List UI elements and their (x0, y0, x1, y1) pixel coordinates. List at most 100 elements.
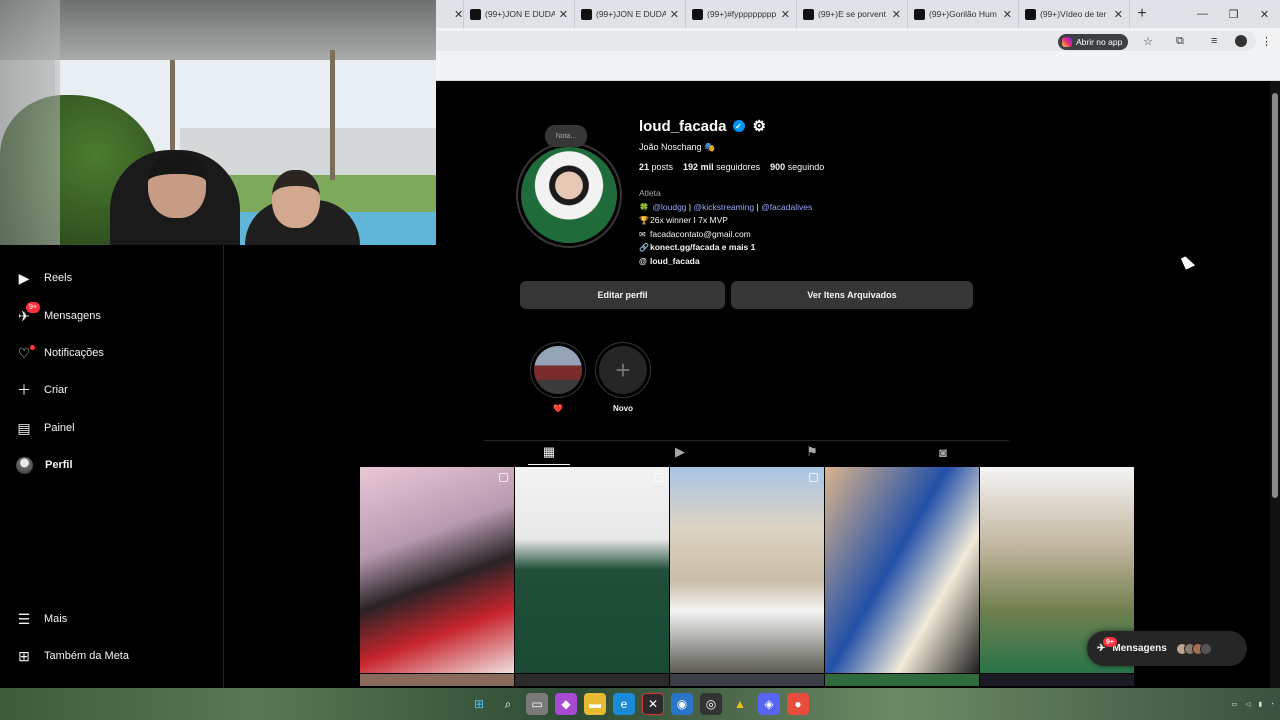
browser-toolbar: Abrir no app ☆ ⧉ ≡ ⋮ (436, 28, 1280, 54)
new-highlight-button[interactable]: + (595, 342, 651, 398)
sidebar-item-label: Painel (44, 422, 75, 434)
volume-icon[interactable]: ◁ (1245, 700, 1250, 708)
threads-text: loud_facada (650, 255, 700, 266)
network-icon[interactable]: ▭ (1231, 700, 1237, 708)
gear-icon[interactable]: ⚙ (753, 117, 766, 135)
media-control-icon[interactable]: ≡ (1211, 35, 1217, 47)
browser-menu-icon[interactable]: ⋮ (1261, 35, 1272, 48)
sidebar-item-profile[interactable]: Perfil (16, 453, 73, 477)
profile-category: Atleta (639, 188, 661, 198)
story-highlight[interactable] (530, 342, 586, 398)
bio-link-facadalives[interactable]: @facadalives (761, 202, 812, 212)
profile-avatar[interactable] (516, 142, 622, 248)
close-window-icon[interactable]: ✕ (1249, 8, 1280, 21)
post-thumbnail[interactable] (515, 467, 669, 673)
warning-app-icon[interactable]: ▲ (729, 693, 751, 715)
browser-tab[interactable]: (99+)Gorilão Hum ✕ (908, 0, 1019, 28)
tiktok-icon (581, 8, 592, 20)
post-thumbnail[interactable] (670, 467, 824, 673)
sidebar-item-also-from-meta[interactable]: ⊞ Também da Meta (16, 644, 129, 668)
tab-close-icon[interactable]: ✕ (1114, 8, 1123, 21)
tab-title: (99+)JON E DUDA (485, 9, 555, 19)
browser-tab[interactable]: (99+)Vídeo de ter ✕ (1019, 0, 1130, 28)
following-stat[interactable]: 900 seguindo (770, 162, 824, 172)
chrome-icon[interactable]: ● (787, 693, 809, 715)
highlight-cover (534, 346, 582, 394)
profile-username: loud_facada (639, 117, 727, 135)
address-bar[interactable] (436, 31, 1256, 51)
edge-icon[interactable]: e (613, 693, 635, 715)
copilot-icon[interactable]: ◆ (555, 693, 577, 715)
profile-full-name: João Noschang 🎭 (639, 142, 715, 153)
sidebar-item-reels[interactable]: ▶ Reels (16, 266, 73, 290)
tab-posts-grid-icon[interactable]: ▦ (541, 444, 557, 460)
full-name-text: João Noschang (639, 142, 702, 152)
browser-tab[interactable]: (99+)JON E DUDA ✕ (464, 0, 575, 28)
extensions-icon[interactable]: ⧉ (1176, 35, 1184, 48)
system-tray: ▭ ◁ ▮ ◔ (1231, 688, 1280, 720)
app-icon[interactable]: ✕ (642, 693, 664, 715)
followers-stat[interactable]: 192 mil seguidores (683, 162, 760, 172)
app-icon[interactable]: ◉ (671, 693, 693, 715)
tab-reels-icon[interactable]: ▶ (672, 444, 688, 460)
notifications-icon[interactable]: ◔ (1270, 701, 1274, 708)
tab-close-icon[interactable]: ✕ (1003, 8, 1012, 21)
windows-start-icon[interactable]: ⊞ (468, 693, 490, 715)
tab-title: (99+)Vídeo de ter (1040, 9, 1107, 19)
scrollbar-thumb[interactable] (1272, 93, 1278, 498)
post-thumbnail[interactable] (980, 674, 1134, 686)
tab-close-icon[interactable]: ✕ (454, 8, 463, 21)
sidebar-item-dashboard[interactable]: ▤ Painel (16, 416, 75, 440)
profile-avatar-icon[interactable] (1235, 35, 1247, 47)
file-explorer-icon[interactable]: ▬ (584, 693, 606, 715)
heart-icon: ♡ (16, 345, 35, 361)
edit-profile-button[interactable]: Editar perfil (520, 281, 725, 309)
sidebar-item-messages[interactable]: ✈ 9+ Mensagens (16, 302, 101, 328)
theater-masks-icon: 🎭 (704, 142, 716, 152)
tab-close-icon[interactable]: ✕ (670, 8, 679, 21)
maximize-icon[interactable]: ❐ (1218, 8, 1249, 21)
post-thumbnail[interactable] (515, 674, 669, 686)
tab-close-icon[interactable]: ✕ (892, 8, 901, 21)
search-icon[interactable]: ⌕ (497, 693, 519, 715)
view-archive-button[interactable]: Ver Itens Arquivados (731, 281, 973, 309)
browser-tab[interactable]: (99+)JON E DUDA ✕ (575, 0, 686, 28)
obs-icon[interactable]: ◎ (700, 693, 722, 715)
minimize-icon[interactable]: — (1187, 8, 1218, 21)
sidebar-item-notifications[interactable]: ♡ Notificações (16, 341, 104, 365)
profile-website[interactable]: 🔗konect.gg/facada e mais 1 (639, 241, 812, 255)
post-thumbnail[interactable] (825, 674, 979, 686)
bio-link-loudgg[interactable]: @loudgg (652, 202, 686, 212)
bio-link-kickstreaming[interactable]: @kickstreaming (694, 202, 755, 212)
profile-threads-link[interactable]: @ loud_facada (639, 255, 812, 269)
post-thumbnail[interactable] (360, 467, 514, 673)
tab-title: (99+)#fypppppppp (707, 9, 777, 19)
messages-floating-button[interactable]: ✈ 9+ Mensagens (1087, 631, 1247, 666)
new-tab-button[interactable]: + (1130, 5, 1154, 23)
discord-icon[interactable]: ◈ (758, 693, 780, 715)
webcam-person-head (272, 170, 320, 228)
webcam-ceiling (0, 0, 436, 60)
open-in-app-button[interactable]: Abrir no app (1058, 34, 1129, 50)
browser-tab[interactable]: (99+)#fypppppppp ✕ (686, 0, 797, 28)
note-text: Nota... (555, 132, 577, 140)
browser-tab-partial[interactable]: ✕ (436, 0, 464, 28)
page-scrollbar[interactable] (1270, 81, 1280, 688)
post-thumbnail[interactable] (670, 674, 824, 686)
tab-tagged-icon[interactable]: ◙ (935, 444, 951, 460)
tab-close-icon[interactable]: ✕ (781, 8, 790, 21)
tab-close-icon[interactable]: ✕ (559, 8, 568, 21)
bookmark-star-icon[interactable]: ☆ (1143, 35, 1153, 48)
sidebar-item-create[interactable]: ＋ Criar (16, 378, 68, 402)
battery-icon[interactable]: ▮ (1258, 700, 1262, 708)
note-bubble[interactable]: Nota... (545, 125, 587, 147)
browser-tab[interactable]: (99+)E se porvent ✕ (797, 0, 908, 28)
post-thumbnail[interactable] (825, 467, 979, 673)
tab-saved-bookmark-icon[interactable]: ⚑ (804, 444, 820, 460)
sidebar-item-more[interactable]: ☰ Mais (16, 607, 68, 631)
menu-icon: ☰ (17, 610, 31, 627)
instagram-sidebar: ▶ Reels ✈ 9+ Mensagens ♡ Notificações ＋ C… (0, 245, 224, 688)
sidebar-item-label: Notificações (44, 347, 104, 359)
task-view-icon[interactable]: ▭ (526, 693, 548, 715)
post-thumbnail[interactable] (360, 674, 514, 686)
